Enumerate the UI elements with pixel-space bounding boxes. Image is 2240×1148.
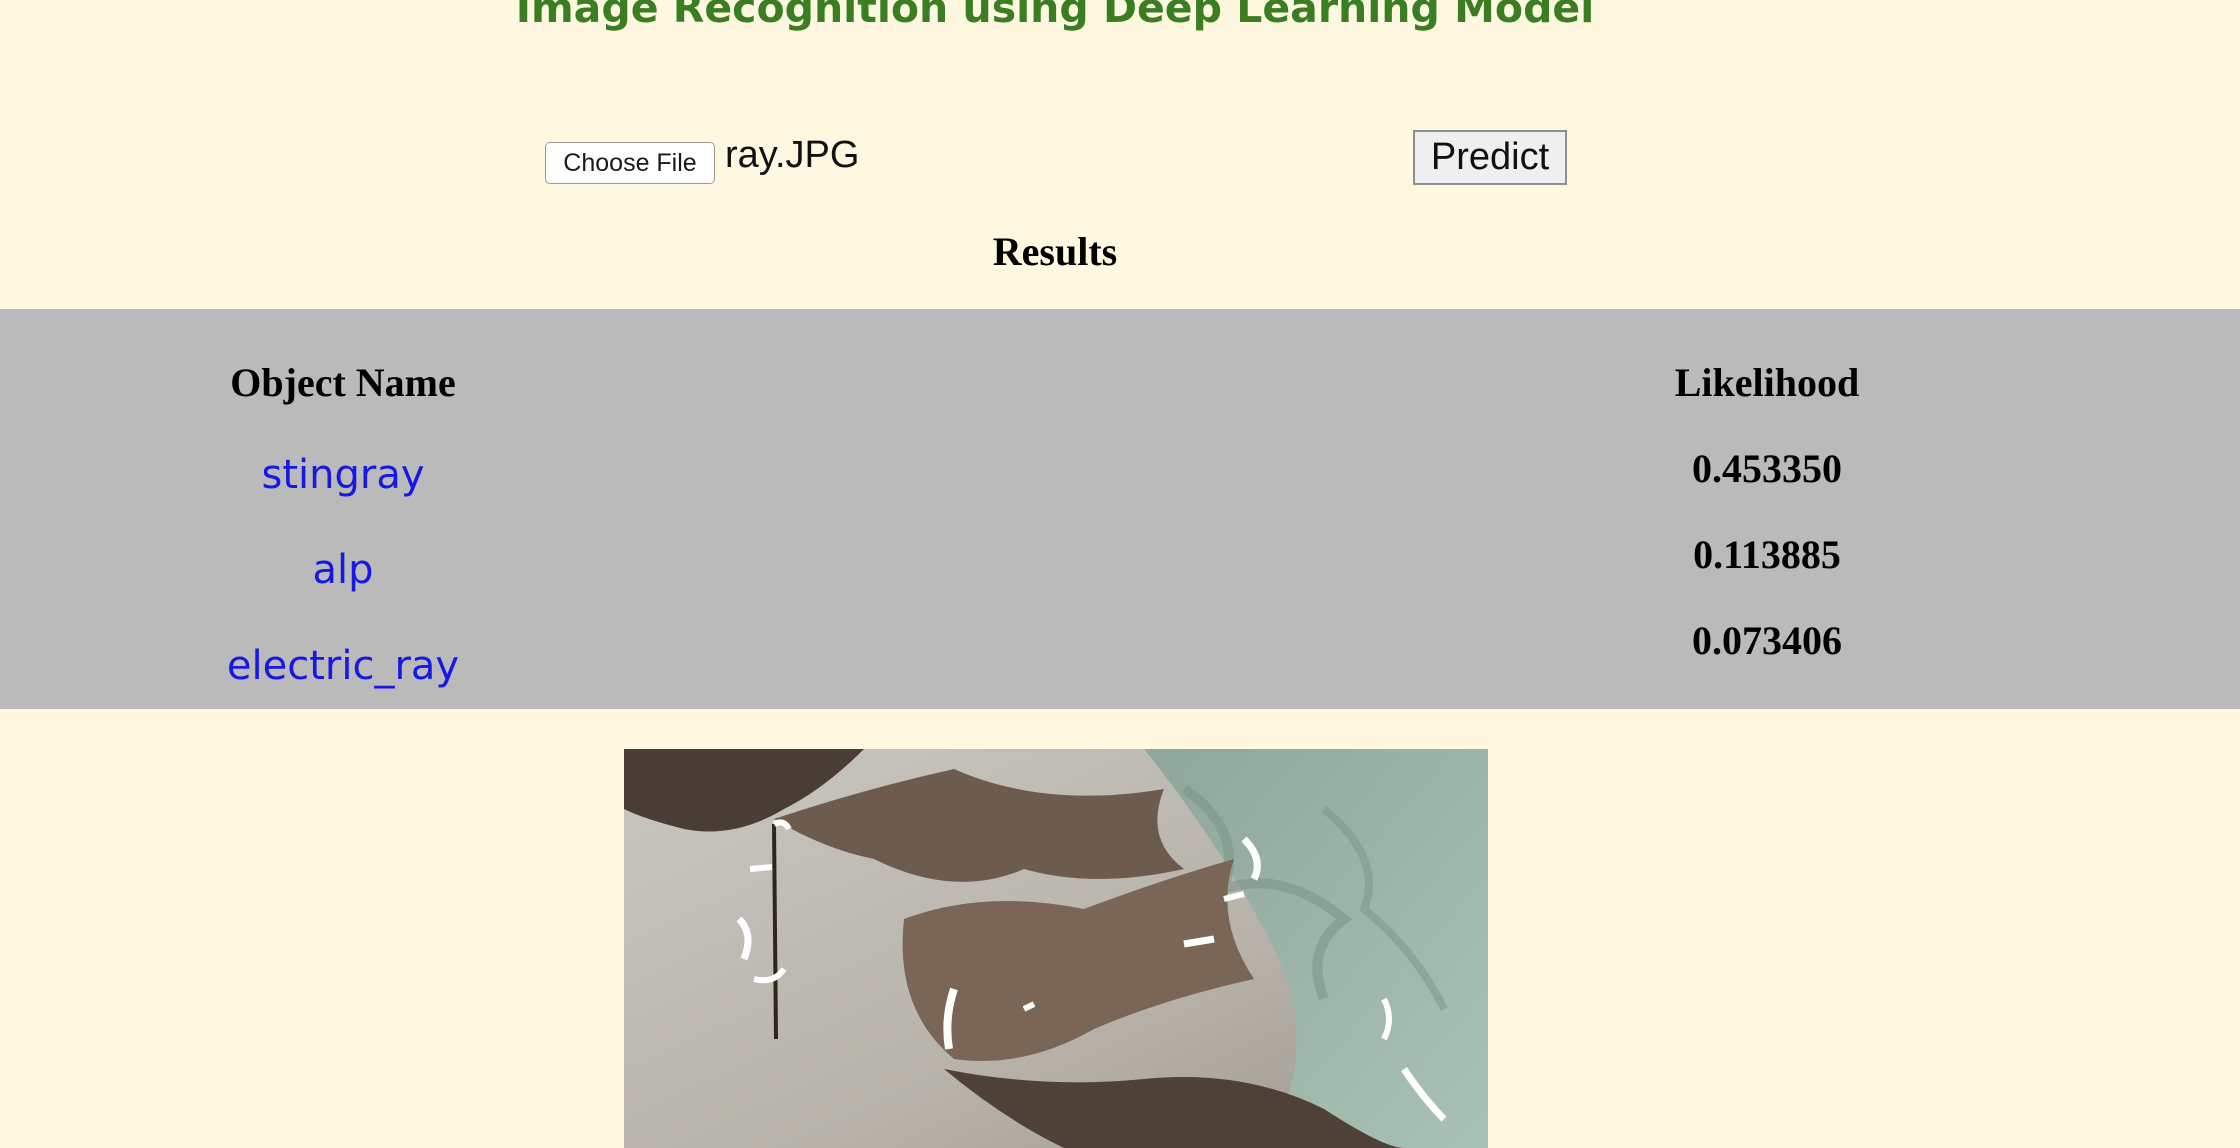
table-row-name: alp [312, 547, 374, 593]
page-title: Image Recognition using Deep Learning Mo… [515, 0, 1595, 32]
uploaded-image [624, 749, 1488, 1148]
choose-file-button[interactable]: Choose File [545, 142, 715, 184]
table-row-name: stingray [261, 452, 425, 498]
column-header-likelihood: Likelihood [1674, 360, 1860, 405]
table-row-likelihood: 0.073406 [1692, 618, 1842, 663]
predict-button[interactable]: Predict [1413, 130, 1567, 185]
results-table: Object Name Likelihood stingray 0.453350… [0, 309, 2240, 709]
column-header-object-name: Object Name [230, 360, 456, 405]
table-row-likelihood: 0.113885 [1693, 532, 1841, 577]
selected-file-name: ray.JPG [725, 134, 860, 176]
table-row-name: electric_ray [226, 643, 460, 689]
table-row-likelihood: 0.453350 [1692, 446, 1842, 491]
results-heading: Results [992, 229, 1118, 274]
